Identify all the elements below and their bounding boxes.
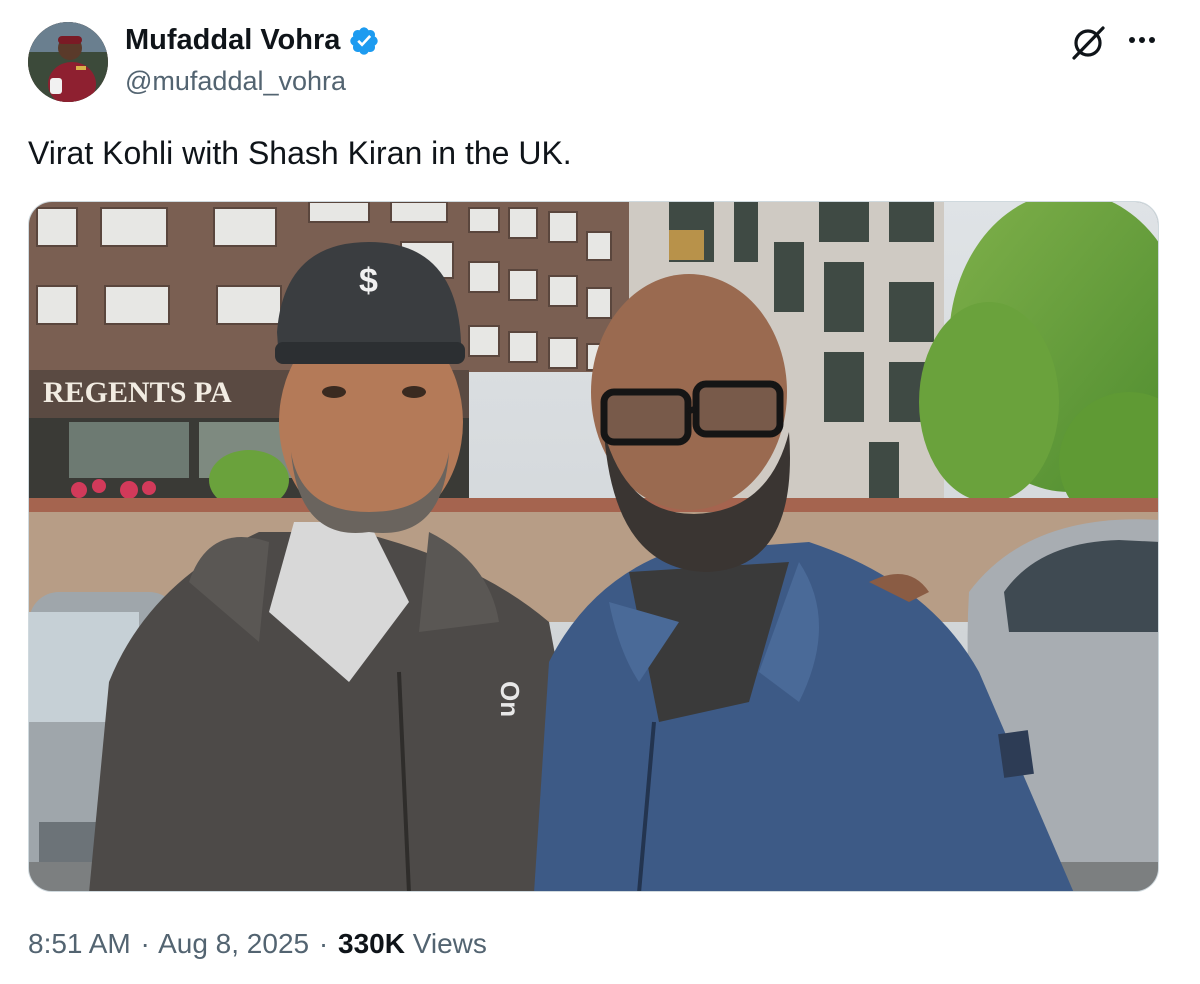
views-count: 330K bbox=[338, 928, 405, 959]
more-options-button[interactable] bbox=[1122, 22, 1162, 62]
tweet-meta: 8:51 AM · Aug 8, 2025 · 330K Views bbox=[28, 928, 487, 960]
author-name[interactable]: Mufaddal Vohra bbox=[125, 24, 380, 57]
avatar-image bbox=[28, 22, 108, 102]
grok-icon bbox=[1072, 26, 1105, 60]
verified-badge-icon bbox=[350, 26, 379, 55]
hotel-sign-text: REGENTS PA bbox=[43, 376, 232, 409]
author-display-name[interactable]: Mufaddal Vohra bbox=[125, 24, 340, 57]
author-handle[interactable]: @mufaddal_vohra bbox=[125, 66, 346, 97]
tweet-photo[interactable]: REGENTS PA On $ bbox=[28, 201, 1159, 892]
hoodie-logo: On bbox=[495, 681, 525, 717]
more-options-icon bbox=[1129, 37, 1155, 43]
tweet: Mufaddal Vohra @mufaddal_vohra Virat Koh… bbox=[0, 0, 1200, 984]
separator: · bbox=[318, 928, 329, 959]
separator: · bbox=[140, 928, 150, 959]
tweet-text: Virat Kohli with Shash Kiran in the UK. bbox=[28, 135, 572, 171]
views-label: Views bbox=[412, 928, 487, 959]
cap-logo: $ bbox=[359, 262, 378, 300]
tweet-date[interactable]: Aug 8, 2025 bbox=[158, 928, 309, 959]
tweet-time[interactable]: 8:51 AM bbox=[28, 928, 131, 959]
photo-illustration: REGENTS PA On $ bbox=[29, 202, 1158, 891]
avatar[interactable] bbox=[28, 22, 108, 102]
grok-button[interactable] bbox=[1068, 22, 1108, 62]
